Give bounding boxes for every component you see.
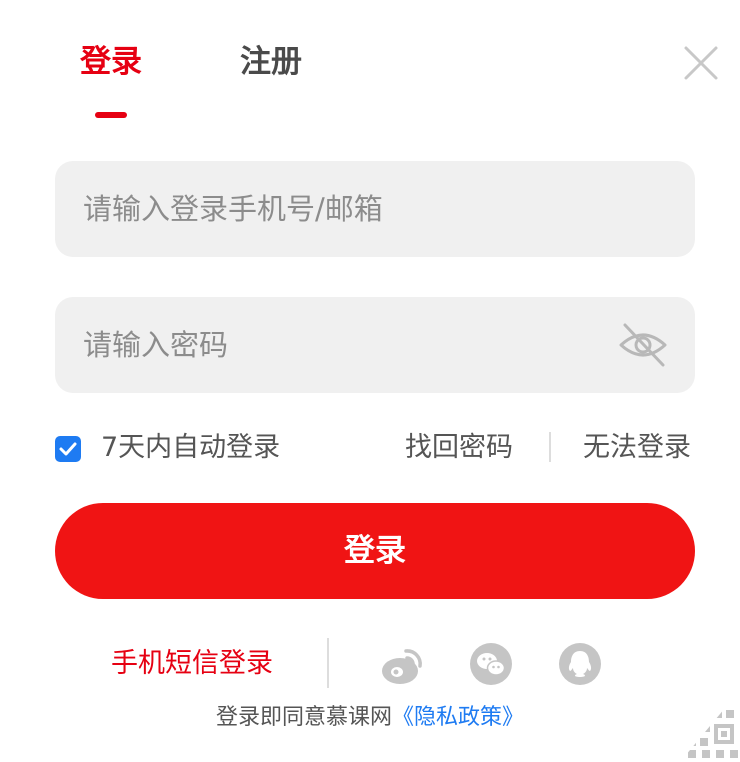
password-field	[55, 297, 695, 393]
remember-checkbox[interactable]	[55, 436, 81, 462]
remember-label: 7天内自动登录	[101, 432, 281, 463]
qr-code-icon	[680, 690, 740, 762]
agreement-prefix: 登录即同意慕课网	[215, 705, 392, 730]
agreement-text: 登录即同意慕课网《隐私政策》	[0, 700, 740, 736]
password-input[interactable]	[83, 297, 603, 393]
account-input[interactable]	[83, 161, 603, 257]
password-visibility-toggle[interactable]	[617, 319, 669, 371]
tab-login[interactable]: 登录	[80, 40, 142, 84]
active-tab-indicator	[95, 112, 127, 118]
weibo-icon	[382, 649, 422, 684]
close-button[interactable]	[678, 40, 724, 86]
links-divider	[549, 432, 551, 462]
account-field	[55, 161, 695, 257]
weibo-login-button[interactable]	[380, 642, 424, 686]
login-dialog: 登录 注册 7天内自动登录 找回密码 无法登录 登录 手机短信登录	[0, 0, 740, 762]
privacy-policy-link[interactable]: 《隐私政策》	[392, 705, 524, 730]
sms-login-link[interactable]: 手机短信登录	[111, 644, 273, 684]
tab-register[interactable]: 注册	[240, 40, 302, 84]
login-button[interactable]: 登录	[55, 503, 695, 599]
wechat-login-button[interactable]	[469, 642, 513, 686]
eye-off-icon	[619, 323, 667, 367]
qr-login-toggle[interactable]	[680, 690, 740, 762]
alt-login-divider	[327, 638, 329, 688]
wechat-icon	[470, 643, 512, 685]
close-icon	[684, 46, 718, 80]
cannot-login-link[interactable]: 无法登录	[583, 428, 691, 468]
qq-login-button[interactable]	[558, 642, 602, 686]
checkmark-icon	[59, 442, 77, 456]
qq-icon	[559, 643, 601, 685]
find-password-link[interactable]: 找回密码	[405, 428, 513, 468]
